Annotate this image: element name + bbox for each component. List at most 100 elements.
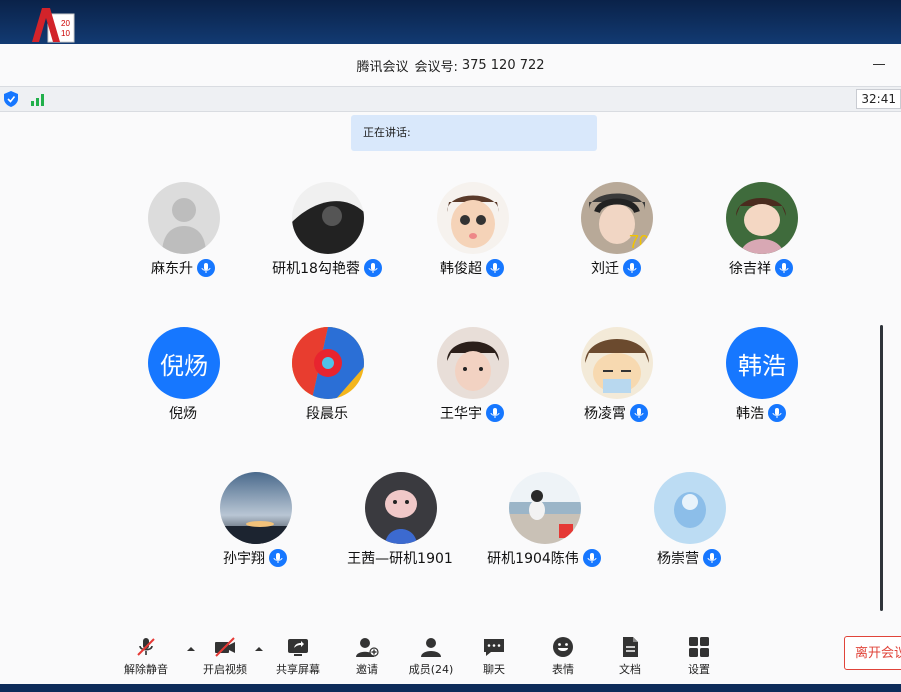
- video-options-chevron-icon[interactable]: [254, 644, 264, 654]
- participant-tile[interactable]: 研机1904陈伟: [474, 472, 614, 572]
- status-bar: 32:41: [0, 86, 901, 112]
- participant-name: 刘迁: [546, 258, 686, 278]
- avatar-photo: [509, 472, 581, 544]
- participant-tile[interactable]: 杨崇营: [619, 472, 759, 572]
- avatar-photo: [292, 182, 364, 254]
- participant-tile[interactable]: 段晨乐: [257, 327, 397, 427]
- participant-tile[interactable]: 研机18勾艳蓉: [257, 182, 397, 282]
- share-screen-label: 共享屏幕: [276, 663, 320, 676]
- chat-icon: [484, 639, 504, 656]
- participant-tile[interactable]: 孙宇翔: [185, 472, 325, 572]
- participant-name: 杨崇营: [619, 548, 759, 568]
- avatar-cartoon: [437, 182, 509, 254]
- avatar-photo: [437, 327, 509, 399]
- avatar-cartoon: [726, 182, 798, 254]
- mic-muted-icon: [137, 638, 155, 656]
- participant-name: 段晨乐: [306, 406, 348, 422]
- share-screen-button[interactable]: 共享屏幕: [268, 635, 328, 681]
- participant-tile[interactable]: 麻东升: [113, 182, 253, 282]
- autocad-desktop-icon[interactable]: 20 10: [30, 6, 76, 44]
- svg-text:10: 10: [61, 29, 70, 38]
- unmute-label: 解除静音: [124, 663, 168, 676]
- document-icon: [623, 637, 638, 657]
- participant-tile[interactable]: 70 刘迁: [546, 182, 686, 282]
- taskbar-strip: [0, 684, 901, 692]
- avatar-initials: 韩浩: [726, 327, 798, 399]
- microphone-icon: [582, 549, 601, 567]
- meeting-window: 腾讯会议 会议号: 375 120 722 32:41 正在讲话: 麻东升 研机…: [0, 44, 901, 684]
- bottom-toolbar: 解除静音 开启视频 共享屏幕 邀请 成员(24) 聊天 表情 文档 设置 离开会: [0, 630, 901, 684]
- members-icon: [421, 638, 441, 657]
- apps-grid-icon: [689, 637, 709, 657]
- participant-name: 研机1904陈伟: [474, 548, 614, 568]
- docs-label: 文档: [619, 663, 641, 676]
- participant-name: 杨凌霄: [546, 403, 686, 423]
- shield-icon[interactable]: [4, 91, 18, 107]
- start-video-button[interactable]: 开启视频: [195, 635, 255, 681]
- network-signal-icon[interactable]: [30, 91, 48, 107]
- meeting-timer: 32:41: [856, 89, 901, 109]
- participant-tile[interactable]: 徐吉祥: [691, 182, 831, 282]
- app-title: 腾讯会议: [356, 59, 409, 75]
- add-user-icon: [356, 638, 379, 657]
- members-label: 成员(24): [408, 663, 454, 676]
- meeting-id: 375 120 722: [461, 57, 545, 73]
- participant-name: 韩俊超: [402, 258, 542, 278]
- share-screen-icon: [288, 639, 308, 656]
- avatar-photo: 70: [581, 182, 653, 254]
- microphone-icon: [363, 259, 382, 277]
- emoji-icon: [553, 637, 573, 657]
- microphone-icon: [269, 549, 287, 567]
- avatar-photo: [365, 472, 437, 544]
- microphone-icon: [486, 404, 504, 422]
- docs-button[interactable]: 文档: [600, 635, 660, 681]
- avatar-initials: 倪炀: [148, 327, 220, 399]
- participant-tile[interactable]: 倪炀 倪炀: [113, 327, 253, 427]
- invite-label: 邀请: [356, 663, 378, 676]
- participant-tile[interactable]: 王华宇: [402, 327, 542, 427]
- microphone-icon: [775, 259, 793, 277]
- participant-tile[interactable]: 韩俊超: [402, 182, 542, 282]
- title-bar[interactable]: 腾讯会议 会议号: 375 120 722: [0, 44, 901, 86]
- participant-name: 王华宇: [402, 403, 542, 423]
- speaking-indicator: 正在讲话:: [351, 115, 597, 151]
- settings-label: 设置: [688, 663, 710, 676]
- members-button[interactable]: 成员(24): [401, 635, 461, 681]
- participant-name: 徐吉祥: [691, 258, 831, 278]
- participant-name: 倪炀: [169, 406, 197, 422]
- participant-tile[interactable]: 韩浩 韩浩: [691, 327, 831, 427]
- microphone-icon: [486, 259, 504, 277]
- minimize-button[interactable]: [869, 54, 889, 74]
- invite-button[interactable]: 邀请: [337, 635, 397, 681]
- avatar-photo: [220, 472, 292, 544]
- chat-button[interactable]: 聊天: [464, 635, 524, 681]
- participant-name: 研机18勾艳蓉: [257, 258, 397, 278]
- meeting-id-label: 会议号:: [414, 59, 458, 75]
- default-avatar-icon: [148, 182, 220, 254]
- participant-tile[interactable]: 王茜—研机1901: [330, 472, 470, 572]
- avatar-photo: [292, 327, 364, 399]
- scrollbar[interactable]: [880, 325, 883, 611]
- unmute-button[interactable]: 解除静音: [116, 635, 176, 681]
- chat-label: 聊天: [483, 663, 505, 676]
- microphone-icon: [703, 549, 721, 567]
- microphone-icon: [768, 404, 786, 422]
- emoji-button[interactable]: 表情: [533, 635, 593, 681]
- participant-name: 韩浩: [691, 403, 831, 423]
- avatar-cartoon: [581, 327, 653, 399]
- participant-name: 王茜—研机1901: [347, 551, 453, 567]
- svg-text:70: 70: [629, 232, 649, 252]
- participant-tile[interactable]: 杨凌霄: [546, 327, 686, 427]
- participant-name: 孙宇翔: [185, 548, 325, 568]
- microphone-icon: [630, 404, 648, 422]
- svg-text:20: 20: [61, 19, 70, 28]
- video-off-icon: [215, 637, 235, 657]
- emoji-label: 表情: [552, 663, 574, 676]
- participant-name: 麻东升: [113, 258, 253, 278]
- settings-button[interactable]: 设置: [669, 635, 729, 681]
- desktop-background: 20 10: [0, 0, 901, 44]
- leave-meeting-button[interactable]: 离开会议: [844, 636, 901, 670]
- microphone-icon: [623, 259, 641, 277]
- microphone-icon: [197, 259, 215, 277]
- minimize-icon: [873, 63, 885, 65]
